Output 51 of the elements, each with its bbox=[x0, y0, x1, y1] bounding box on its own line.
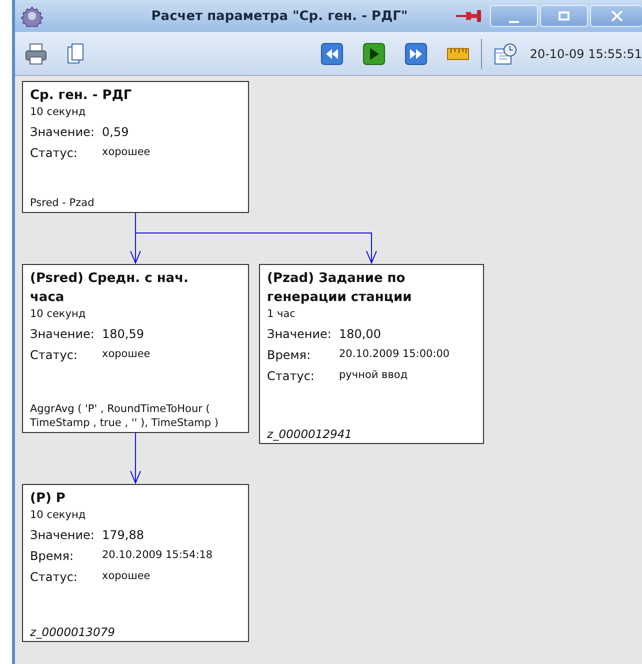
node-title: (P) P bbox=[30, 490, 66, 508]
node-period: 1 час bbox=[267, 307, 296, 322]
field-value: хорошее bbox=[102, 145, 152, 160]
field-value: 180,59 bbox=[102, 326, 145, 343]
field-value: хорошее bbox=[102, 569, 152, 584]
field-value: 20.10.2009 15:00:00 bbox=[339, 347, 451, 362]
parameter-node[interactable]: (P) P 10 секунд Значение: 179,88 Время: 20.10.2009 15:54:18 Статус: хорошее z_0000013079 bbox=[22, 484, 249, 642]
copy-icon[interactable] bbox=[67, 42, 85, 64]
field-value: 20.10.2009 15:54:18 bbox=[102, 548, 214, 563]
calendar-clock-icon[interactable] bbox=[494, 42, 518, 66]
node-period: 10 секунд bbox=[30, 307, 87, 322]
node-formula: z_0000012941 bbox=[267, 427, 353, 441]
node-formula: AggrAvg ( 'P' , RoundTimeToHour ( TimeStamp , true , '' ), TimeStamp ) bbox=[30, 402, 220, 430]
field-label: Значение: bbox=[267, 326, 332, 343]
field-label: Статус: bbox=[30, 569, 78, 586]
field-label: Значение: bbox=[30, 326, 96, 343]
close-icon bbox=[610, 11, 622, 21]
gear-icon bbox=[21, 5, 43, 27]
parameter-node[interactable]: (Pzad) Задание по генерации станции 1 час Значение: 180,00 Время: 20.10.2009 15:00:00 Статус: ручной ввод z_0000012941 bbox=[259, 264, 484, 444]
pin-icon[interactable] bbox=[456, 10, 482, 22]
minimize-icon bbox=[509, 21, 519, 23]
field-label: Статус: bbox=[30, 145, 78, 162]
node-formula: z_0000013079 bbox=[30, 625, 116, 639]
node-title: (Psred) Средн. с нач. часа bbox=[30, 270, 190, 307]
play-icon[interactable] bbox=[362, 42, 385, 64]
fast-forward-icon[interactable] bbox=[404, 42, 427, 64]
field-value: ручной ввод bbox=[339, 368, 409, 383]
parameter-node[interactable]: (Psred) Средн. с нач. часа 10 секунд Значение: 180,59 Статус: хорошее AggrAvg ( 'P' , RoundTimeToHour ( TimeStamp , true , '' ), TimeStamp ) bbox=[22, 264, 249, 433]
node-title: Ср. ген. - РДГ bbox=[30, 87, 133, 105]
datetime: 20-10-09 15:55:51 bbox=[530, 46, 642, 60]
field-label: Значение: bbox=[30, 527, 96, 544]
connector-arrow bbox=[130, 432, 141, 484]
ruler-icon[interactable] bbox=[446, 48, 469, 60]
field-label: Время: bbox=[30, 548, 75, 565]
rewind-icon[interactable] bbox=[320, 42, 343, 64]
printer-icon[interactable] bbox=[25, 42, 47, 64]
node-period: 10 секунд bbox=[30, 105, 87, 120]
field-value: 180,00 bbox=[339, 326, 382, 343]
field-label: Статус: bbox=[30, 347, 78, 364]
window-title: Расчет параметра "Ср. ген. - РДГ" bbox=[150, 8, 409, 24]
node-period: 10 секунд bbox=[30, 508, 87, 523]
field-value: хорошее bbox=[102, 347, 152, 362]
field-label: Статус: bbox=[267, 368, 316, 385]
field-label: Значение: bbox=[30, 124, 96, 141]
field-value: 179,88 bbox=[102, 527, 145, 544]
maximize-icon bbox=[558, 11, 570, 21]
node-title: (Pzad) Задание по генерации станции bbox=[267, 270, 413, 307]
field-label: Время: bbox=[267, 347, 312, 364]
field-value: 0,59 bbox=[102, 124, 130, 141]
node-formula: Psred - Pzad bbox=[30, 196, 96, 210]
parameter-node[interactable]: Ср. ген. - РДГ 10 секунд Значение: 0,59 Статус: хорошее Psred - Pzad bbox=[22, 81, 249, 213]
